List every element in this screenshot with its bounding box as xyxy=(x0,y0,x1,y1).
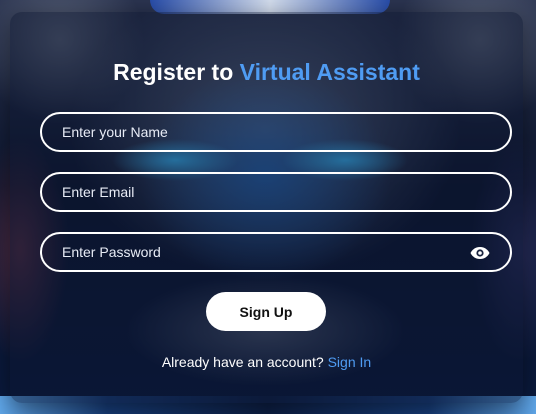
register-card: Register to Virtual Assistant Sign Up Al… xyxy=(10,12,523,403)
eye-icon[interactable] xyxy=(470,245,490,259)
sign-in-link[interactable]: Sign In xyxy=(328,354,372,370)
signin-prompt-text: Already have an account? xyxy=(161,354,324,370)
password-field xyxy=(40,232,512,272)
title-accent: Virtual Assistant xyxy=(239,59,420,85)
page-title: Register to Virtual Assistant xyxy=(10,59,523,86)
title-prefix: Register to xyxy=(113,59,234,85)
name-input[interactable] xyxy=(42,114,510,150)
password-input[interactable] xyxy=(42,234,510,270)
signin-prompt: Already have an account? Sign In xyxy=(10,354,523,370)
email-input[interactable] xyxy=(42,174,510,210)
sign-up-button[interactable]: Sign Up xyxy=(206,292,326,331)
email-field xyxy=(40,172,512,212)
name-field xyxy=(40,112,512,152)
